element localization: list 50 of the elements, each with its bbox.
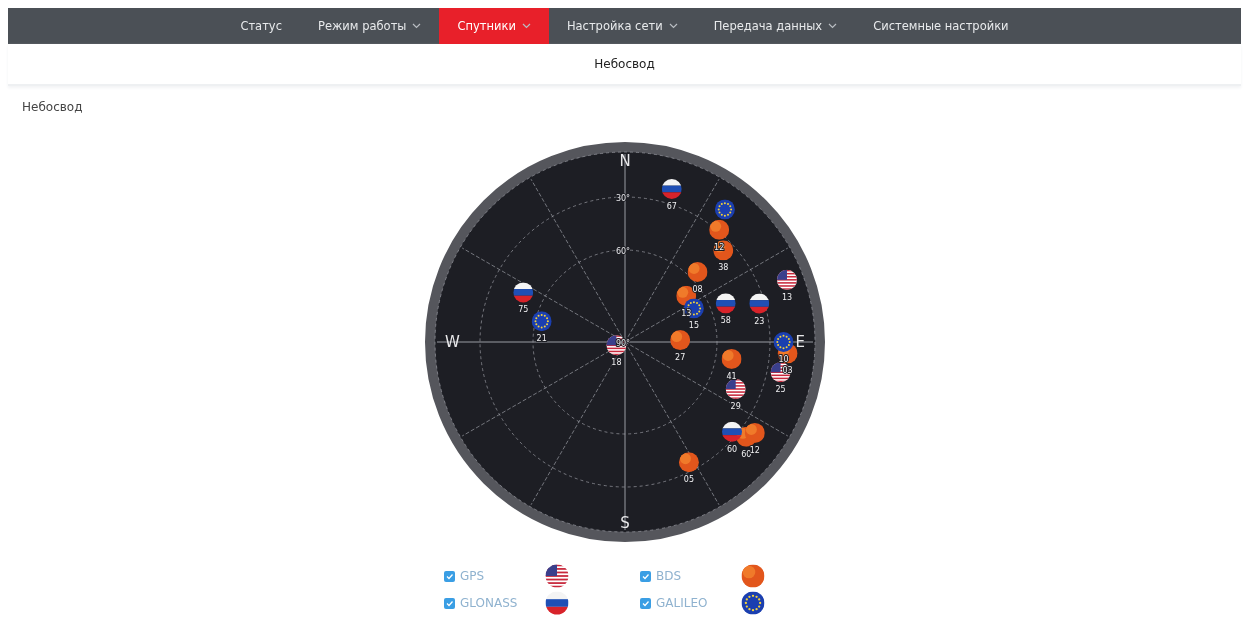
elevation-label: 60° [615,247,630,256]
section-title: Небосвод [21,99,84,114]
compass-label: S [619,514,630,532]
satellite-number: 25 [775,385,786,395]
satellite-number: 75 [517,305,528,315]
satellite-marker [512,282,533,303]
satellite-number: 18 [610,358,621,368]
nav-tab[interactable]: Настройка сети [548,8,696,44]
flag-icon [741,564,765,588]
checkbox[interactable] [640,597,651,609]
satellite-number: 10 [777,355,789,364]
flag-icon [741,591,765,615]
legend-label: GPS [460,569,486,583]
compass-label: W [444,333,460,351]
compass-label: N [618,152,631,170]
compass-label: E [795,333,805,351]
nav-tab[interactable]: Системные настройки [855,8,1027,44]
nav-tab[interactable]: Спутники [439,8,549,44]
satellite-number: 27 [674,353,685,363]
satellite-number: 13 [680,308,691,318]
satellite-marker [661,179,682,199]
nav-tab[interactable]: Режим работы [300,8,440,44]
satellite-number: 58 [720,316,731,326]
flag-icon [545,564,569,588]
checkbox[interactable] [444,597,455,609]
satellite-number: 38 [717,263,728,273]
satellite-number: 60 [726,444,737,454]
checkbox[interactable] [640,570,651,582]
checkbox[interactable] [444,570,455,582]
satellite-number: 29 [730,402,741,411]
elevation-label: 30° [615,194,630,203]
satellite-marker [715,293,736,314]
satellite-number: 21 [536,334,547,344]
satellite-number: 05 [683,475,694,485]
satellite-number: 08 [691,284,703,294]
satellite-number: 41 [726,371,737,381]
satellite-number: 13 [781,292,792,302]
satellite-number: 67 [666,202,677,211]
flag-icon [545,591,569,615]
sub-tab[interactable]: Небосвод [584,53,665,75]
nav-tab[interactable]: Передача данных [695,8,856,44]
satellite-number: 15 [688,321,699,331]
legend-label: BDS [656,569,683,583]
satellite-number: 23 [753,316,764,326]
nav-tab[interactable]: Статус [222,8,300,44]
legend-label: GLONASS [460,596,519,610]
satellite-marker [721,421,742,442]
legend-label: GALILEO [656,596,709,610]
satellite-marker [748,293,769,314]
satellite-number: 12 [713,242,724,252]
